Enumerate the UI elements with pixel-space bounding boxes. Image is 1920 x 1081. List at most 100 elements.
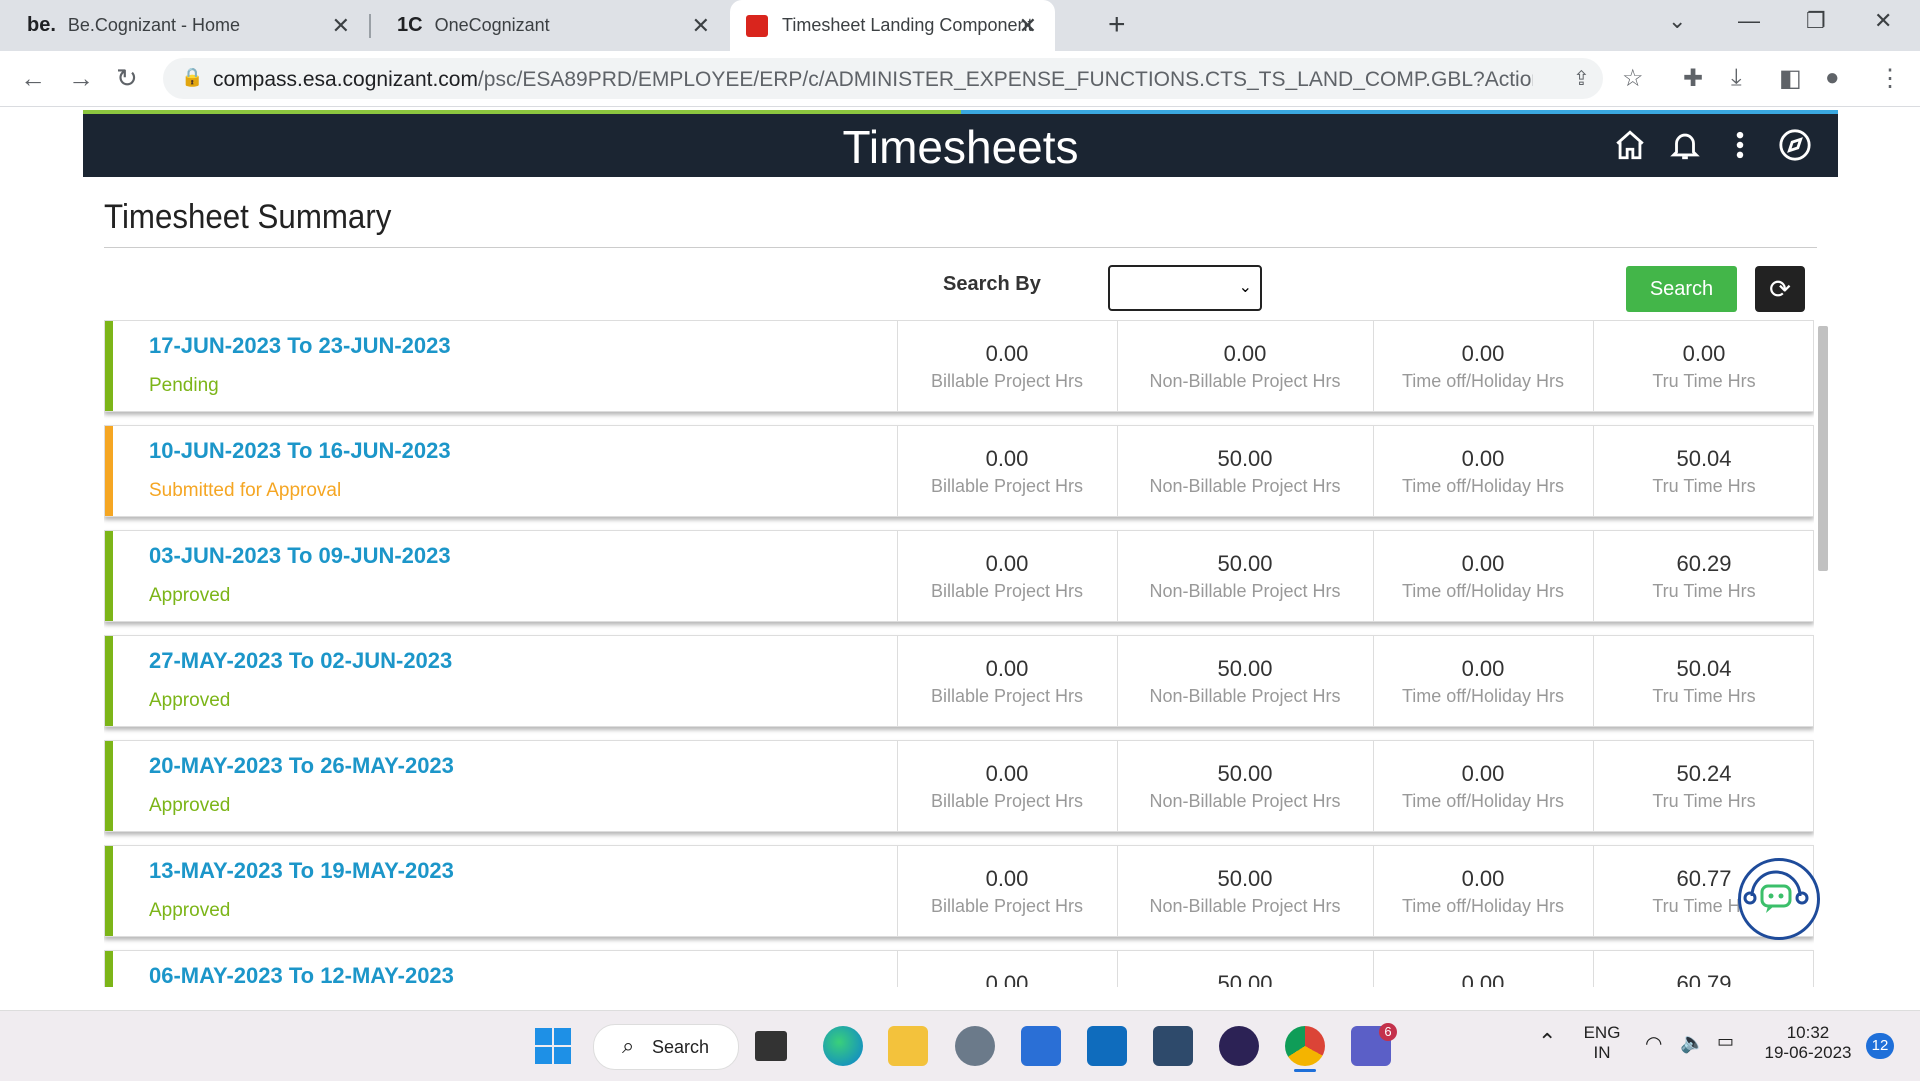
chevron-down-icon: ⌄ (1238, 279, 1252, 296)
timesheet-row[interactable]: 10-JUN-2023 To 16-JUN-2023 Submitted for … (104, 425, 1814, 517)
minimize-window-icon[interactable]: — (1738, 8, 1760, 34)
eclipse-icon[interactable] (1219, 1026, 1259, 1066)
close-window-icon[interactable]: ✕ (1874, 8, 1892, 34)
back-arrow-icon[interactable]: ← (20, 63, 46, 94)
wifi-icon[interactable]: ◠ (1645, 1031, 1662, 1056)
status-color-bar (105, 951, 113, 987)
tru-time-hrs-label: Tru Time Hrs (1652, 686, 1756, 706)
billable-hrs-value: 0.00 (985, 446, 1029, 471)
clock[interactable]: 10:32 19-06-2023 (1758, 1023, 1858, 1063)
taskbar-search[interactable]: ⌕ Search (593, 1024, 739, 1070)
profile-avatar-icon[interactable]: ● (1825, 64, 1840, 92)
timesheet-period-link[interactable]: 17-JUN-2023 To 23-JUN-2023 (149, 333, 451, 359)
side-panel-icon[interactable]: ◧ (1779, 64, 1802, 93)
bell-icon[interactable] (1668, 128, 1702, 162)
non-billable-hrs-value: 50.00 (1217, 446, 1273, 471)
non-billable-hrs-cell: 0.00 Non-Billable Project Hrs (1117, 321, 1372, 411)
non-billable-hrs-cell: 50.00Non-Billable Project Hrs (1117, 951, 1372, 987)
reload-icon[interactable]: ↻ (116, 63, 138, 94)
chrome-icon[interactable] (1285, 1026, 1325, 1066)
url-text[interactable]: compass.esa.cognizant.com/psc/ESA89PRD/E… (213, 68, 1533, 92)
timesheet-row[interactable]: 17-JUN-2023 To 23-JUN-2023 Pending 0.00 Bil… (104, 320, 1814, 412)
timesheet-list: 17-JUN-2023 To 23-JUN-2023 Pending 0.00 Bil… (104, 320, 1814, 987)
more-vertical-icon[interactable] (1723, 128, 1757, 162)
lock-icon[interactable]: 🔒 (181, 67, 203, 88)
billable-hrs-label: Billable Project Hrs (930, 791, 1084, 811)
language-indicator[interactable]: ENG IN (1580, 1023, 1624, 1063)
timesheet-period-link[interactable]: 06-MAY-2023 To 12-MAY-2023 (149, 963, 454, 987)
timesheet-period-link[interactable]: 27-MAY-2023 To 02-JUN-2023 (149, 648, 452, 674)
billable-hrs-label: Billable Project Hrs (930, 581, 1084, 601)
tru-time-hrs-cell: 50.24 Tru Time Hrs (1593, 741, 1814, 831)
non-billable-hrs-cell: 50.00Non-Billable Project Hrs (1117, 531, 1372, 621)
forward-arrow-icon[interactable]: → (68, 63, 94, 94)
search-button[interactable]: Search (1626, 266, 1737, 312)
edge-icon[interactable] (823, 1026, 863, 1066)
extensions-puzzle-icon[interactable]: ✚ (1683, 64, 1703, 93)
timesheet-row[interactable]: 13-MAY-2023 To 19-MAY-2023 Approved 0.00 Bi… (104, 845, 1814, 937)
file-explorer-icon[interactable] (888, 1026, 928, 1066)
search-by-select[interactable]: ⌄ (1108, 265, 1262, 311)
restore-window-icon[interactable]: ❐ (1806, 8, 1826, 34)
compass-icon[interactable] (1778, 128, 1812, 162)
share-icon[interactable]: ⇪ (1573, 66, 1590, 91)
tru-time-hrs-value: 60.79 (1676, 971, 1732, 987)
windows-taskbar: ⌕ Search 6 ⌃ ENG IN ◠ 🔈 ▭ 10:32 19-06-20… (0, 1010, 1920, 1081)
time-off-hrs-cell: 0.00 Time off/Holiday Hrs (1373, 426, 1592, 516)
bookmark-star-icon[interactable]: ☆ (1622, 64, 1644, 93)
timesheet-row[interactable]: 06-MAY-2023 To 12-MAY-2023 0.00Billable P… (104, 950, 1814, 987)
status-color-bar (105, 636, 113, 726)
download-icon[interactable]: ⤓ (1731, 64, 1742, 92)
task-view-icon[interactable] (755, 1031, 787, 1061)
non-billable-hrs-label: Non-Billable Project Hrs (1149, 581, 1341, 601)
chatbot-icon (1743, 870, 1809, 913)
show-hidden-icons-chevron-icon[interactable]: ⌃ (1538, 1029, 1556, 1055)
timesheet-period-link[interactable]: 10-JUN-2023 To 16-JUN-2023 (149, 438, 451, 464)
home-icon[interactable] (1613, 128, 1647, 162)
timesheet-row[interactable]: 03-JUN-2023 To 09-JUN-2023 Approved 0.00 Bi… (104, 530, 1814, 622)
non-billable-hrs-cell: 50.00Non-Billable Project Hrs (1117, 426, 1372, 516)
browser-tab-becognizant[interactable]: be. Be.Cognizant - Home ✕ (0, 0, 368, 51)
new-tab-icon[interactable]: + (1108, 8, 1126, 42)
battery-icon[interactable]: ▭ (1717, 1031, 1734, 1052)
scrollbar-thumb[interactable] (1818, 326, 1828, 571)
close-tab-icon[interactable]: ✕ (1019, 13, 1037, 39)
timesheet-status: Approved (149, 690, 231, 711)
close-tab-icon[interactable]: ✕ (332, 13, 350, 39)
time-off-hrs-cell: 0.00 Time off/Holiday Hrs (1373, 741, 1592, 831)
time-off-hrs-cell: 0.00 Time off/Holiday Hrs (1373, 636, 1592, 726)
close-tab-icon[interactable]: ✕ (692, 13, 710, 39)
address-bar[interactable]: 🔒 compass.esa.cognizant.com/psc/ESA89PRD… (163, 58, 1603, 99)
status-color-bar (105, 846, 113, 936)
settings-icon[interactable] (955, 1026, 995, 1066)
page-title: Timesheet Summary (104, 198, 392, 236)
store-icon[interactable] (1021, 1026, 1061, 1066)
tab-search-chevron-icon[interactable]: ⌄ (1668, 8, 1686, 34)
timesheet-row[interactable]: 27-MAY-2023 To 02-JUN-2023 Approved 0.00 Bi… (104, 635, 1814, 727)
chrome-menu-icon[interactable]: ⋮ (1878, 64, 1902, 93)
refresh-button[interactable]: ⟳ (1755, 266, 1805, 312)
tru-time-hrs-value: 50.04 (1676, 446, 1732, 471)
browser-tab-timesheet[interactable]: Timesheet Landing Component ✕ (730, 0, 1055, 51)
notification-badge[interactable]: 12 (1866, 1033, 1894, 1059)
non-billable-hrs-value: 50.00 (1217, 761, 1273, 786)
chatbot-button[interactable] (1738, 858, 1820, 940)
non-billable-hrs-value: 0.00 (1223, 341, 1267, 366)
timesheet-period-link[interactable]: 13-MAY-2023 To 19-MAY-2023 (149, 858, 454, 884)
billable-hrs-cell: 0.00 Billable Project Hrs (897, 741, 1116, 831)
outlook-icon[interactable] (1087, 1026, 1127, 1066)
timesheet-status: Approved (149, 795, 231, 816)
tru-time-hrs-label: Tru Time Hrs (1652, 371, 1756, 391)
tru-time-hrs-label: Tru Time Hrs (1652, 476, 1756, 496)
browser-tab-onecognizant[interactable]: 1C OneCognizant ✕ (370, 0, 728, 51)
ssms-icon[interactable] (1153, 1026, 1193, 1066)
timesheet-row[interactable]: 20-MAY-2023 To 26-MAY-2023 Approved 0.00 Bi… (104, 740, 1814, 832)
app-title: Timesheets (842, 121, 1079, 173)
tab-title: OneCognizant (434, 15, 550, 35)
billable-hrs-label: Billable Project Hrs (930, 371, 1084, 391)
timesheet-period-link[interactable]: 03-JUN-2023 To 09-JUN-2023 (149, 543, 451, 569)
timesheet-period-link[interactable]: 20-MAY-2023 To 26-MAY-2023 (149, 753, 454, 779)
non-billable-hrs-cell: 50.00Non-Billable Project Hrs (1117, 846, 1372, 936)
volume-icon[interactable]: 🔈 (1680, 1030, 1705, 1055)
windows-start-icon[interactable] (533, 1026, 573, 1066)
